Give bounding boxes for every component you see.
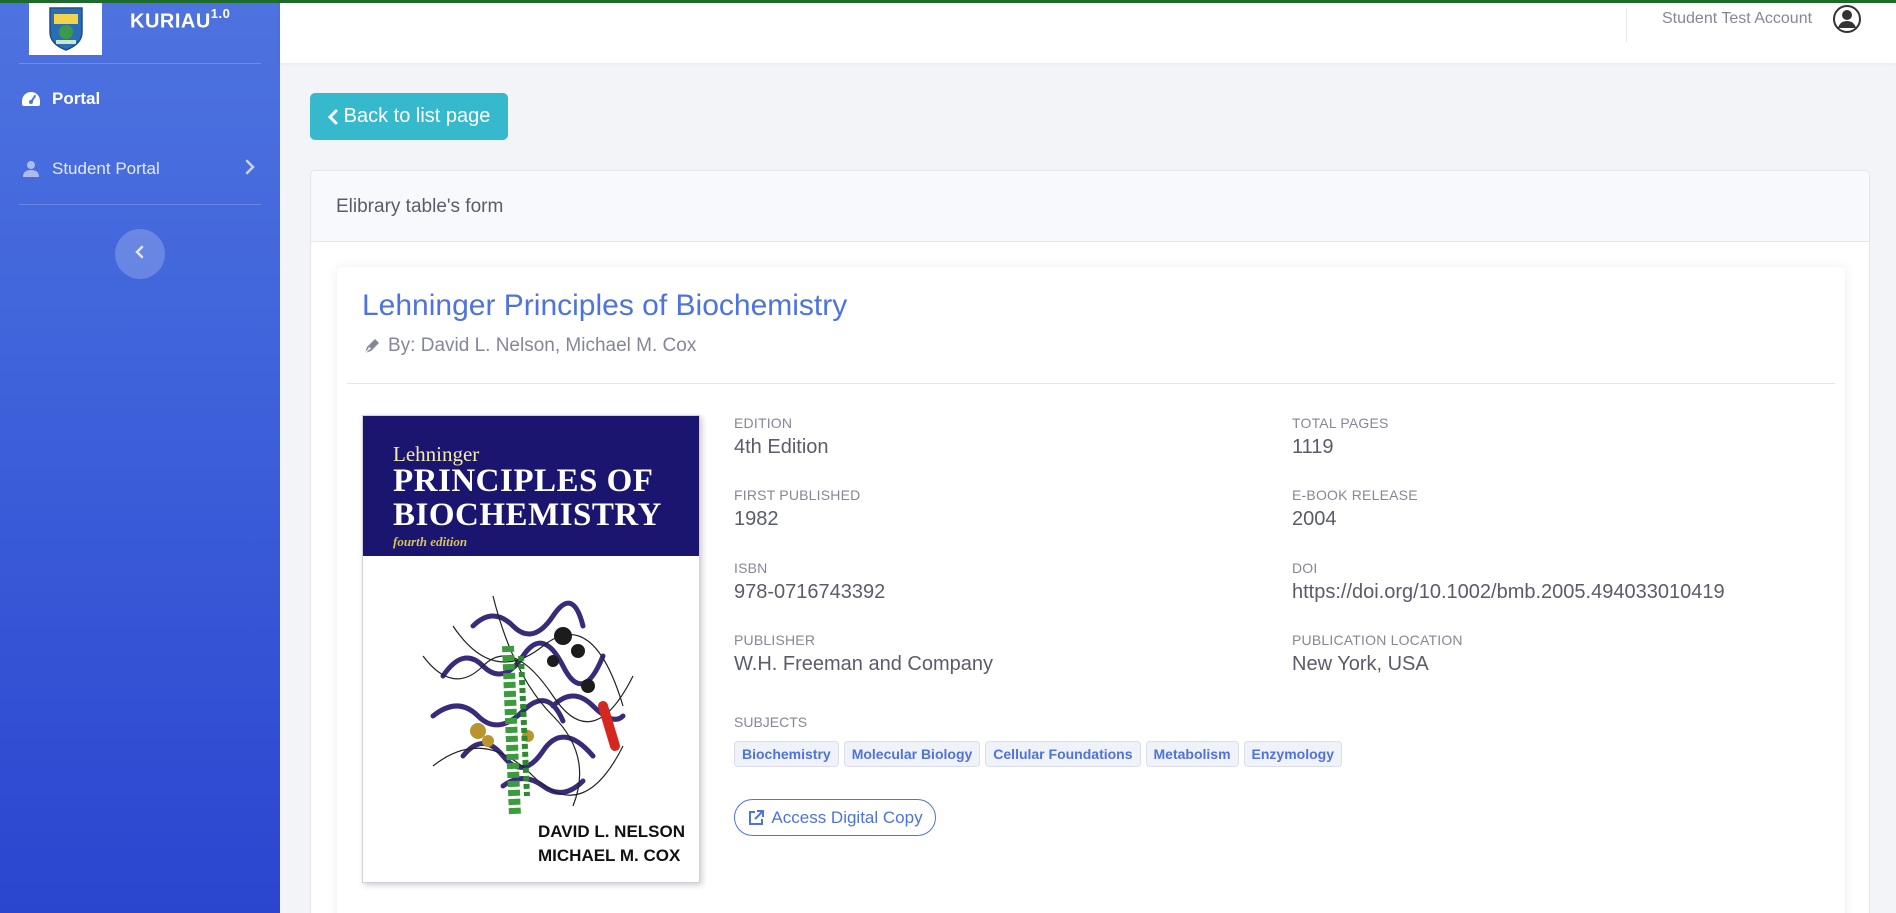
field-publication-location: PUBLICATION LOCATION New York, USA — [1292, 632, 1463, 676]
book-author: By: David L. Nelson, Michael M. Cox — [362, 335, 696, 357]
field-publisher: PUBLISHER W.H. Freeman and Company — [734, 632, 993, 676]
card-header: Elibrary table's form — [311, 171, 1869, 242]
book-cover-image: Lehninger PRINCIPLES OF BIOCHEMISTRY fou… — [362, 415, 700, 883]
book-author-text: By: David L. Nelson, Michael M. Cox — [388, 335, 697, 356]
university-logo — [29, 0, 102, 55]
user-icon — [20, 158, 42, 180]
field-isbn: ISBN 978-0716743392 — [734, 560, 885, 604]
field-label: TOTAL PAGES — [1292, 415, 1389, 431]
field-label: ISBN — [734, 560, 768, 576]
subject-tags: Biochemistry Molecular Biology Cellular … — [734, 741, 1342, 767]
subjects-label: SUBJECTS — [734, 714, 808, 730]
topbar-divider — [1626, 8, 1627, 42]
field-edition: EDITION 4th Edition — [734, 415, 829, 459]
cover-band: Lehninger PRINCIPLES OF BIOCHEMISTRY fou… — [363, 416, 699, 556]
field-value: W.H. Freeman and Company — [734, 653, 993, 675]
field-value: 978-0716743392 — [734, 581, 886, 603]
field-total-pages: TOTAL PAGES 1119 — [1292, 415, 1389, 459]
subject-tag: Enzymology — [1243, 741, 1342, 767]
back-button-label: Back to list page — [343, 105, 491, 127]
sidebar-item-student-portal[interactable]: Student Portal — [20, 149, 260, 189]
field-label: E-BOOK RELEASE — [1292, 487, 1418, 503]
topbar: Student Test Account — [280, 0, 1896, 63]
field-value: https://doi.org/10.1002/bmb.2005.4940330… — [1292, 581, 1725, 603]
field-value: 2004 — [1292, 508, 1337, 530]
chevron-left-icon — [327, 109, 338, 125]
field-label: PUBLISHER — [734, 632, 816, 648]
sidebar-item-portal[interactable]: Portal — [20, 79, 260, 119]
field-label: EDITION — [734, 415, 793, 431]
access-button-label: Access Digital Copy — [771, 807, 923, 827]
back-to-list-button[interactable]: Back to list page — [310, 93, 508, 140]
subject-tag: Biochemistry — [734, 741, 839, 767]
field-value: New York, USA — [1292, 653, 1429, 675]
cover-edition: fourth edition — [393, 534, 468, 549]
divider — [347, 383, 1835, 384]
access-digital-copy-button[interactable]: Access Digital Copy — [734, 799, 936, 836]
field-first-published: FIRST PUBLISHED 1982 — [734, 487, 860, 531]
cover-title: PRINCIPLES OF BIOCHEMISTRY — [393, 463, 662, 533]
field-label: FIRST PUBLISHED — [734, 487, 861, 503]
field-value: 1982 — [734, 508, 779, 530]
brand-name: KURIAU1.0 — [130, 6, 231, 33]
subject-tag: Cellular Foundations — [985, 741, 1141, 767]
sidebar-item-label: Student Portal — [52, 159, 160, 178]
field-ebook-release: E-BOOK RELEASE 2004 — [1292, 487, 1418, 531]
field-label: PUBLICATION LOCATION — [1292, 632, 1463, 648]
subject-tag: Metabolism — [1145, 741, 1239, 767]
cover-authors: DAVID L. NELSON MICHAEL M. COX — [538, 822, 686, 865]
sidebar: KURIAU1.0 Portal Student Portal — [0, 0, 280, 913]
field-doi: DOI https://doi.org/10.1002/bmb.2005.494… — [1292, 560, 1725, 604]
sidebar-toggle-button[interactable] — [115, 229, 165, 279]
book-title: Lehninger Principles of Biochemistry — [362, 289, 848, 322]
sidebar-divider — [19, 204, 261, 205]
sidebar-brand[interactable]: KURIAU1.0 — [0, 0, 280, 64]
elibrary-card: Elibrary table's form Lehninger Principl… — [310, 170, 1870, 913]
external-link-icon — [747, 809, 765, 827]
subject-tag: Molecular Biology — [843, 741, 981, 767]
sidebar-item-label: Portal — [52, 89, 101, 108]
pen-icon — [362, 336, 382, 356]
card-header-title: Elibrary table's form — [336, 196, 504, 217]
chevron-left-icon — [134, 244, 146, 265]
top-accent-line — [0, 0, 1896, 3]
field-label: DOI — [1292, 560, 1318, 576]
user-name[interactable]: Student Test Account — [1662, 10, 1812, 28]
field-value: 1119 — [1292, 436, 1334, 458]
book-detail-panel: Lehninger Principles of Biochemistry By:… — [337, 267, 1845, 913]
protein-illustration — [403, 566, 663, 831]
field-value: 4th Edition — [734, 436, 829, 458]
user-avatar-icon[interactable] — [1832, 4, 1862, 34]
chevron-right-icon — [244, 158, 256, 181]
dashboard-icon — [20, 88, 42, 110]
sidebar-divider — [19, 63, 261, 64]
